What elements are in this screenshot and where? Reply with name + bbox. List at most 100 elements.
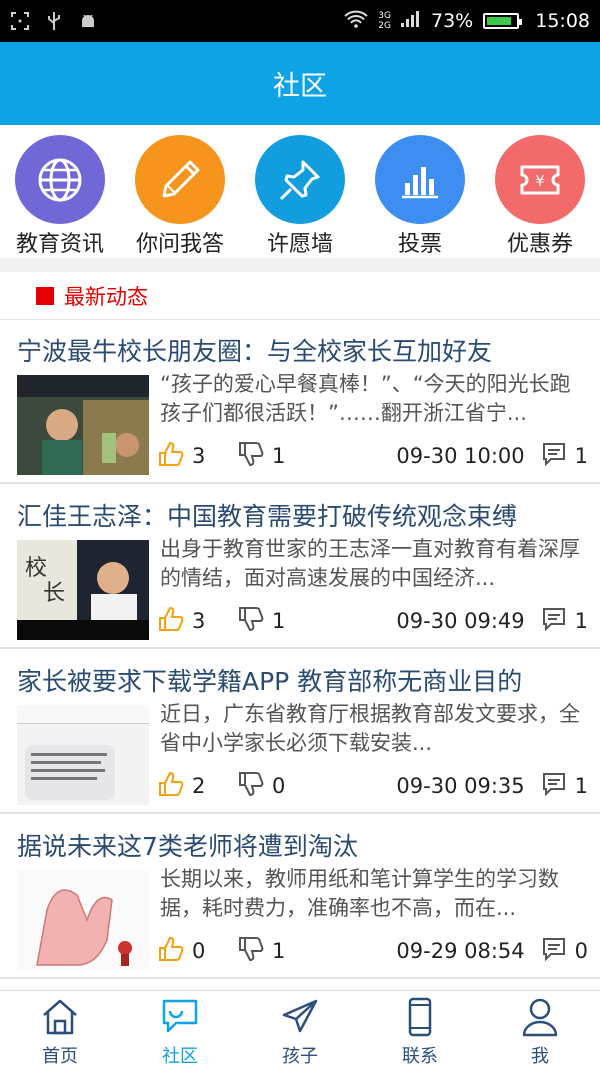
like-button[interactable]: 3 [158, 606, 238, 637]
comment-count: 1 [574, 774, 588, 798]
comment-icon [541, 936, 567, 967]
quick-actions: 教育资讯 你问我答 许愿墙 投票 ¥ 优惠券 [0, 125, 600, 258]
thumbs-down-icon [238, 606, 264, 637]
news-summary: 长期以来，教师用纸和笔计算学生的学习数据，耗时费力，准确率也不高，而在... [160, 867, 559, 920]
globe-icon [15, 135, 105, 224]
tab-child[interactable]: 孩子 [240, 991, 360, 1067]
news-title[interactable]: 家长被要求下载学籍APP 教育部称无商业目的 [17, 662, 522, 698]
quick-action-wish-wall[interactable]: 许愿墙 [241, 135, 359, 258]
tab-label: 首页 [42, 1046, 78, 1067]
battery-percent: 73% [431, 10, 474, 32]
comment-count: 1 [574, 444, 588, 468]
chat-icon [160, 997, 200, 1041]
tab-label: 联系 [402, 1046, 438, 1067]
home-icon [40, 997, 80, 1041]
news-meta: 3 1 09-30 10:00 1 [158, 436, 588, 476]
comment-button[interactable]: 0 [541, 936, 588, 967]
dislike-count: 1 [272, 444, 286, 468]
comment-button[interactable]: 1 [541, 771, 588, 802]
like-button[interactable]: 2 [158, 771, 238, 802]
news-time: 09-30 09:49 [396, 609, 525, 633]
dislike-count: 0 [272, 774, 286, 798]
tab-me[interactable]: 我 [480, 991, 600, 1067]
like-button[interactable]: 3 [158, 441, 238, 472]
clock: 15:08 [535, 10, 590, 32]
quick-action-label: 许愿墙 [266, 232, 333, 257]
news-thumbnail: 校长 [17, 540, 149, 640]
quick-action-label: 优惠券 [506, 232, 573, 257]
bar-chart-icon [375, 135, 465, 224]
quick-action-label: 你问我答 [135, 232, 224, 257]
dislike-button[interactable]: 1 [238, 606, 318, 637]
signal-icon [401, 10, 421, 33]
news-meta: 0 1 09-29 08:54 0 [158, 931, 588, 971]
coupon-icon: ¥ [495, 135, 585, 224]
news-item[interactable]: 据说未来这7类老师将遭到淘汰 长期以来，教师用纸和笔计算学生的学习数据，耗时费力… [0, 815, 600, 979]
comment-button[interactable]: 1 [541, 441, 588, 472]
comment-icon [541, 771, 567, 802]
comment-icon [541, 441, 567, 472]
news-time: 09-29 08:54 [396, 939, 525, 963]
like-count: 3 [192, 609, 206, 633]
news-summary: “孩子的爱心早餐真棒！”、“今天的阳光长跑孩子们都很活跃！”……翻开浙江省宁..… [160, 372, 571, 425]
dislike-button[interactable]: 1 [238, 441, 318, 472]
dislike-button[interactable]: 0 [238, 771, 318, 802]
dislike-count: 1 [272, 939, 286, 963]
quick-action-coupon[interactable]: ¥ 优惠券 [481, 135, 599, 258]
thumbs-down-icon [238, 936, 264, 967]
thumbs-up-icon [158, 441, 184, 472]
news-title[interactable]: 宁波最牛校长朋友圈：与全校家长互加好友 [17, 332, 492, 368]
tab-community[interactable]: 社区 [120, 991, 240, 1067]
quick-action-vote[interactable]: 投票 [361, 135, 479, 258]
dislike-count: 1 [272, 609, 286, 633]
battery-icon [483, 13, 523, 29]
news-title[interactable]: 据说未来这7类老师将遭到淘汰 [17, 827, 358, 863]
thumbs-up-icon [158, 606, 184, 637]
news-item[interactable]: 汇佳王志泽：中国教育需要打破传统观念束缚 校长 出身于教育世家的王志泽一直对教育… [0, 485, 600, 649]
news-thumbnail [17, 870, 149, 970]
quick-action-education-news[interactable]: 教育资讯 [1, 135, 119, 258]
comment-count: 1 [574, 609, 588, 633]
like-button[interactable]: 0 [158, 936, 238, 967]
news-title[interactable]: 汇佳王志泽：中国教育需要打破传统观念束缚 [17, 497, 517, 533]
quick-action-qa[interactable]: 你问我答 [121, 135, 239, 258]
thumbs-down-icon [238, 771, 264, 802]
divider [0, 258, 600, 272]
user-icon [520, 997, 560, 1041]
usb-icon [44, 11, 64, 31]
news-summary: 近日，广东省教育厅根据教育部发文要求，全省中小学家长必须下载安装... [160, 702, 580, 755]
thumbs-down-icon [238, 441, 264, 472]
wifi-icon [344, 10, 368, 33]
screenshot-icon [10, 11, 30, 31]
dislike-button[interactable]: 1 [238, 936, 318, 967]
pushpin-icon [255, 135, 345, 224]
bottom-tab-bar: 首页 社区 孩子 联系 我 [0, 990, 600, 1067]
news-meta: 2 0 09-30 09:35 1 [158, 766, 588, 806]
tab-label: 社区 [162, 1046, 198, 1067]
section-title: 最新动态 [64, 284, 148, 309]
quick-action-label: 投票 [397, 232, 442, 257]
android-icon [78, 11, 98, 31]
news-item[interactable]: 宁波最牛校长朋友圈：与全校家长互加好友 “孩子的爱心早餐真棒！”、“今天的阳光长… [0, 320, 600, 484]
tab-label: 我 [531, 1046, 549, 1067]
network-type: 3G 2G [378, 11, 391, 31]
news-summary: 出身于教育世家的王志泽一直对教育有着深厚的情结，面对高速发展的中国经济... [160, 537, 580, 590]
tab-contact[interactable]: 联系 [360, 991, 480, 1067]
page-title: 社区 [273, 71, 327, 102]
svg-text:¥: ¥ [535, 172, 545, 190]
thumbs-up-icon [158, 936, 184, 967]
like-count: 2 [192, 774, 206, 798]
comment-button[interactable]: 1 [541, 606, 588, 637]
quick-action-label: 教育资讯 [15, 232, 104, 257]
comment-count: 0 [574, 939, 588, 963]
comment-icon [541, 606, 567, 637]
like-count: 0 [192, 939, 206, 963]
status-bar: 3G 2G 73% 15:08 [0, 0, 600, 42]
news-thumbnail [17, 705, 149, 805]
news-meta: 3 1 09-30 09:49 1 [158, 601, 588, 641]
phone-icon [400, 997, 440, 1041]
tab-home[interactable]: 首页 [0, 991, 120, 1067]
news-item[interactable]: 家长被要求下载学籍APP 教育部称无商业目的 近日，广东省教育厅根据教育部发文要… [0, 650, 600, 814]
svg-text:校: 校 [25, 556, 47, 581]
red-square-icon [36, 286, 54, 305]
